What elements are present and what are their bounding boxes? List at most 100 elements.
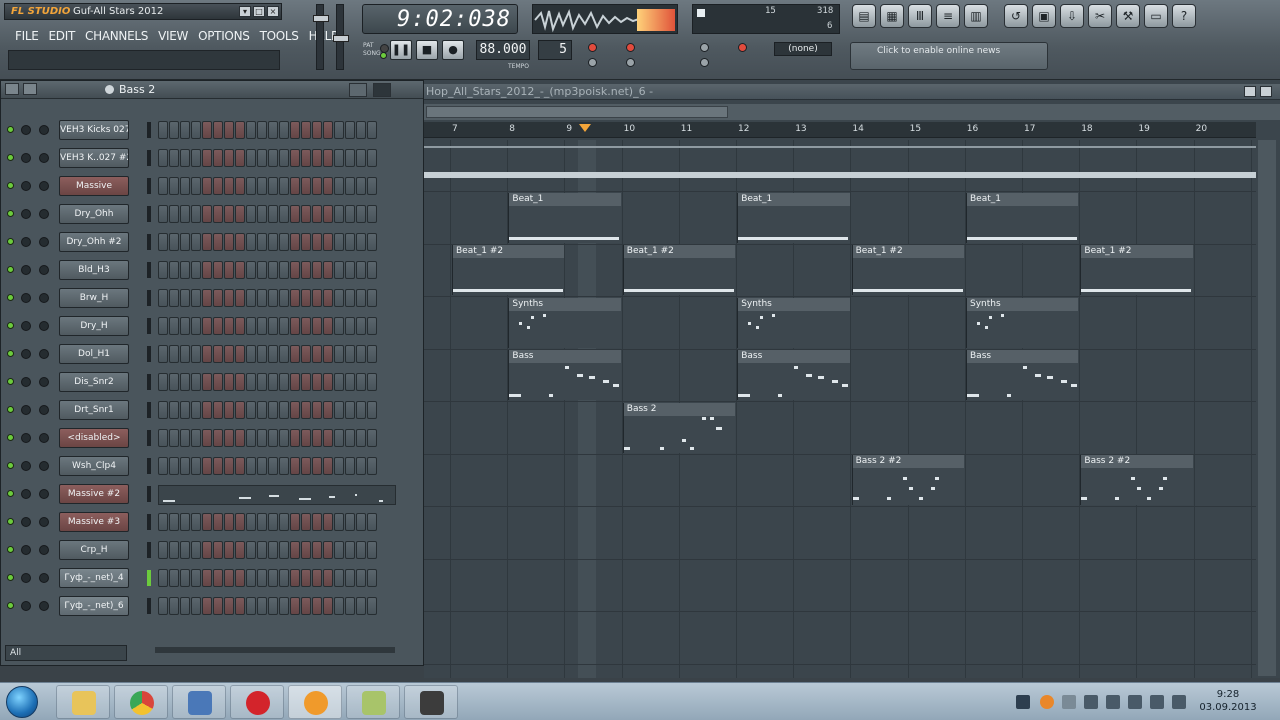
- step-button[interactable]: [356, 149, 366, 167]
- step-button[interactable]: [224, 513, 234, 531]
- channel-select-indicator[interactable]: [147, 234, 151, 250]
- channel-select-indicator[interactable]: [147, 598, 151, 614]
- volume-knob[interactable]: [39, 573, 49, 583]
- step-button[interactable]: [334, 121, 344, 139]
- step-button[interactable]: [246, 205, 256, 223]
- rack-scrollbar[interactable]: [155, 647, 395, 653]
- pattern-clip[interactable]: Beat_1 #2: [452, 245, 565, 295]
- pan-knob[interactable]: [21, 545, 31, 555]
- channel-mute-led[interactable]: [7, 294, 14, 301]
- step-button[interactable]: [169, 541, 179, 559]
- record-button[interactable]: ●: [442, 40, 464, 60]
- step-button[interactable]: [268, 177, 278, 195]
- step-button[interactable]: [356, 373, 366, 391]
- metronome-led[interactable]: [626, 43, 635, 52]
- minimize-icon[interactable]: ▾: [239, 6, 251, 17]
- step-button[interactable]: [191, 261, 201, 279]
- step-button[interactable]: [268, 205, 278, 223]
- chrome-taskbar-button[interactable]: [114, 685, 168, 719]
- step-button[interactable]: [345, 205, 355, 223]
- step-button[interactable]: [180, 401, 190, 419]
- step-button[interactable]: [246, 261, 256, 279]
- step-button[interactable]: [268, 121, 278, 139]
- step-button[interactable]: [301, 261, 311, 279]
- step-button[interactable]: [235, 233, 245, 251]
- step-button[interactable]: [213, 429, 223, 447]
- pattern-clip[interactable]: Beat_1 #2: [851, 245, 964, 295]
- step-button[interactable]: [202, 149, 212, 167]
- step-button[interactable]: [191, 149, 201, 167]
- step-button[interactable]: [191, 205, 201, 223]
- wait-led[interactable]: [626, 58, 635, 67]
- channel-button[interactable]: Crp_H: [59, 540, 129, 560]
- menu-options[interactable]: OPTIONS: [193, 27, 255, 45]
- channel-mute-led[interactable]: [7, 210, 14, 217]
- step-button[interactable]: [169, 121, 179, 139]
- maximize-icon[interactable]: □: [253, 6, 265, 17]
- step-button[interactable]: [323, 317, 333, 335]
- step-button[interactable]: [180, 429, 190, 447]
- step-button[interactable]: [246, 233, 256, 251]
- speaker-icon[interactable]: [1106, 695, 1120, 709]
- step-button[interactable]: [367, 597, 377, 615]
- step-button[interactable]: [180, 317, 190, 335]
- channel-mute-led[interactable]: [7, 378, 14, 385]
- step-button[interactable]: [257, 261, 267, 279]
- pan-knob[interactable]: [21, 321, 31, 331]
- step-button[interactable]: [213, 597, 223, 615]
- step-button[interactable]: [224, 149, 234, 167]
- record-mode-led[interactable]: [588, 43, 597, 52]
- volume-knob[interactable]: [39, 433, 49, 443]
- pattern-clip[interactable]: Bass 2: [622, 402, 736, 453]
- step-button[interactable]: [213, 541, 223, 559]
- step-button[interactable]: [279, 569, 289, 587]
- step-button[interactable]: [345, 345, 355, 363]
- step-button[interactable]: [279, 289, 289, 307]
- step-button[interactable]: [257, 345, 267, 363]
- mixer-icon[interactable]: ▥: [964, 4, 988, 28]
- step-button[interactable]: [224, 429, 234, 447]
- channel-select-indicator[interactable]: [147, 430, 151, 446]
- step-sequencer-icon[interactable]: ▦: [880, 4, 904, 28]
- step-button[interactable]: [367, 233, 377, 251]
- step-button[interactable]: [158, 401, 168, 419]
- channel-select-indicator[interactable]: [147, 570, 151, 586]
- step-button[interactable]: [356, 541, 366, 559]
- step-button[interactable]: [158, 233, 168, 251]
- step-button[interactable]: [334, 289, 344, 307]
- step-button[interactable]: [301, 541, 311, 559]
- step-button[interactable]: [367, 289, 377, 307]
- step-button[interactable]: [202, 289, 212, 307]
- step-button[interactable]: [169, 457, 179, 475]
- song-position-marker[interactable]: [579, 124, 591, 132]
- step-button[interactable]: [268, 261, 278, 279]
- step-button[interactable]: [180, 149, 190, 167]
- step-button[interactable]: [180, 345, 190, 363]
- step-button[interactable]: [268, 401, 278, 419]
- tray-pen-icon[interactable]: [1062, 695, 1076, 709]
- step-button[interactable]: [345, 541, 355, 559]
- step-button[interactable]: [290, 457, 300, 475]
- step-button[interactable]: [279, 177, 289, 195]
- step-button[interactable]: [312, 289, 322, 307]
- step-button[interactable]: [312, 177, 322, 195]
- pattern-clip[interactable]: Synths: [966, 297, 1079, 348]
- channel-button[interactable]: Гуф_-_net)_4: [59, 568, 129, 588]
- step-button[interactable]: [301, 121, 311, 139]
- step-button[interactable]: [224, 569, 234, 587]
- fl-studio-taskbar-button[interactable]: [288, 685, 342, 719]
- step-button[interactable]: [224, 317, 234, 335]
- step-button[interactable]: [356, 457, 366, 475]
- step-button[interactable]: [268, 457, 278, 475]
- volume-knob[interactable]: [39, 125, 49, 135]
- channel-mute-led[interactable]: [7, 322, 14, 329]
- step-button[interactable]: [158, 541, 168, 559]
- step-button[interactable]: [213, 317, 223, 335]
- step-button[interactable]: [213, 177, 223, 195]
- step-button[interactable]: [235, 177, 245, 195]
- step-button[interactable]: [279, 205, 289, 223]
- pattern-clip[interactable]: Synths: [508, 297, 621, 348]
- step-button[interactable]: [158, 289, 168, 307]
- channel-mute-led[interactable]: [7, 602, 14, 609]
- step-button[interactable]: [169, 233, 179, 251]
